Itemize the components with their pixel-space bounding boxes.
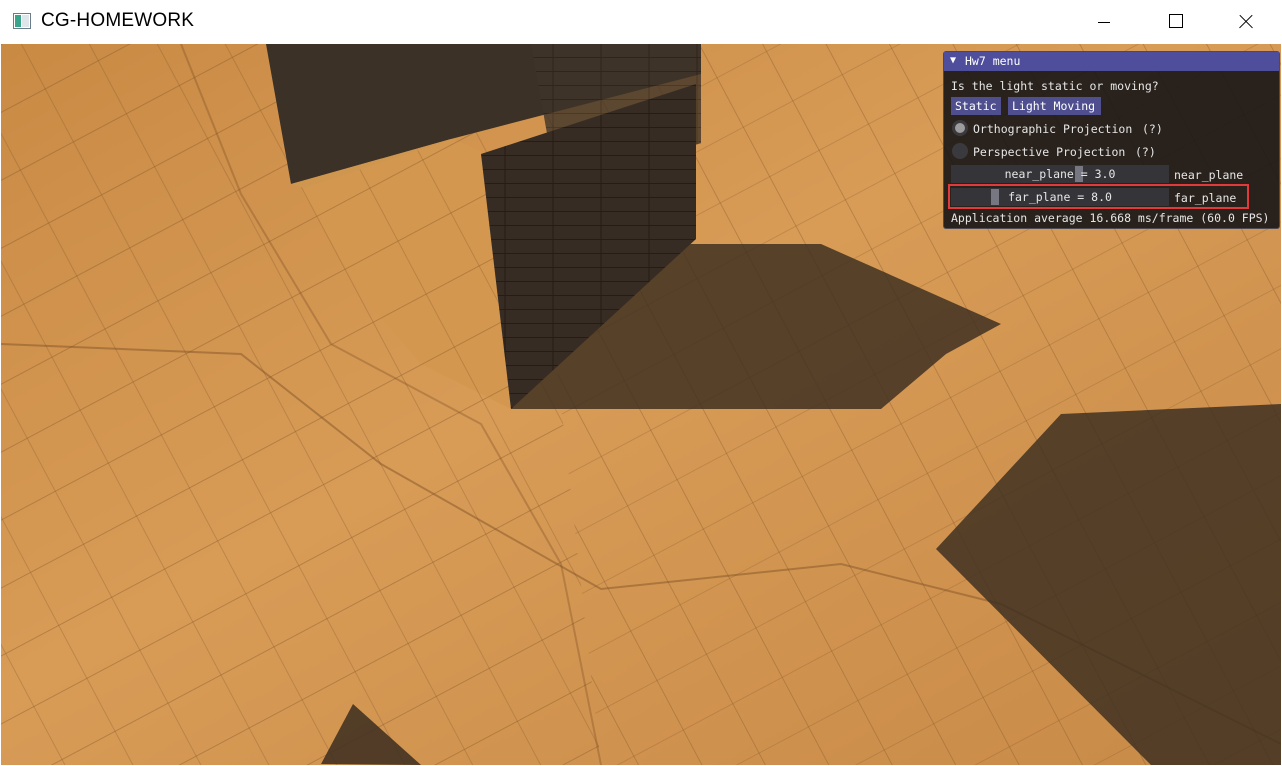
orthographic-help-icon[interactable]: (?)	[1142, 122, 1163, 136]
collapse-arrow-icon[interactable]: ▼	[950, 55, 956, 66]
static-button[interactable]: Static	[951, 97, 1001, 115]
perspective-radio[interactable]	[952, 143, 968, 159]
menu-title: Hw7 menu	[965, 54, 1021, 68]
hw7-menu-panel[interactable]: ▼ Hw7 menu Is the light static or moving…	[943, 51, 1280, 229]
maximize-button[interactable]	[1140, 0, 1212, 44]
perspective-label[interactable]: Perspective Projection	[973, 145, 1125, 159]
orthographic-label[interactable]: Orthographic Projection	[973, 122, 1132, 136]
window-title-bar[interactable]: CG-HOMEWORK	[0, 0, 1282, 44]
near-plane-label: near_plane	[1174, 168, 1244, 182]
menu-title-bar[interactable]: ▼ Hw7 menu	[944, 52, 1279, 71]
light-question-text: Is the light static or moving?	[951, 79, 1159, 93]
near-plane-slider[interactable]: near_plane = 3.0	[951, 165, 1169, 183]
close-button[interactable]	[1210, 0, 1282, 44]
orthographic-radio[interactable]	[952, 120, 968, 136]
frame-stats-text: Application average 16.668 ms/frame (60.…	[951, 211, 1270, 225]
light-moving-button[interactable]: Light Moving	[1008, 97, 1101, 115]
minimize-button[interactable]	[1068, 0, 1140, 44]
near-plane-value: near_plane = 3.0	[1004, 167, 1116, 181]
app-icon	[13, 13, 31, 29]
far-plane-highlight-box	[948, 184, 1249, 209]
perspective-help-icon[interactable]: (?)	[1135, 145, 1156, 159]
window-title: CG-HOMEWORK	[41, 10, 195, 31]
